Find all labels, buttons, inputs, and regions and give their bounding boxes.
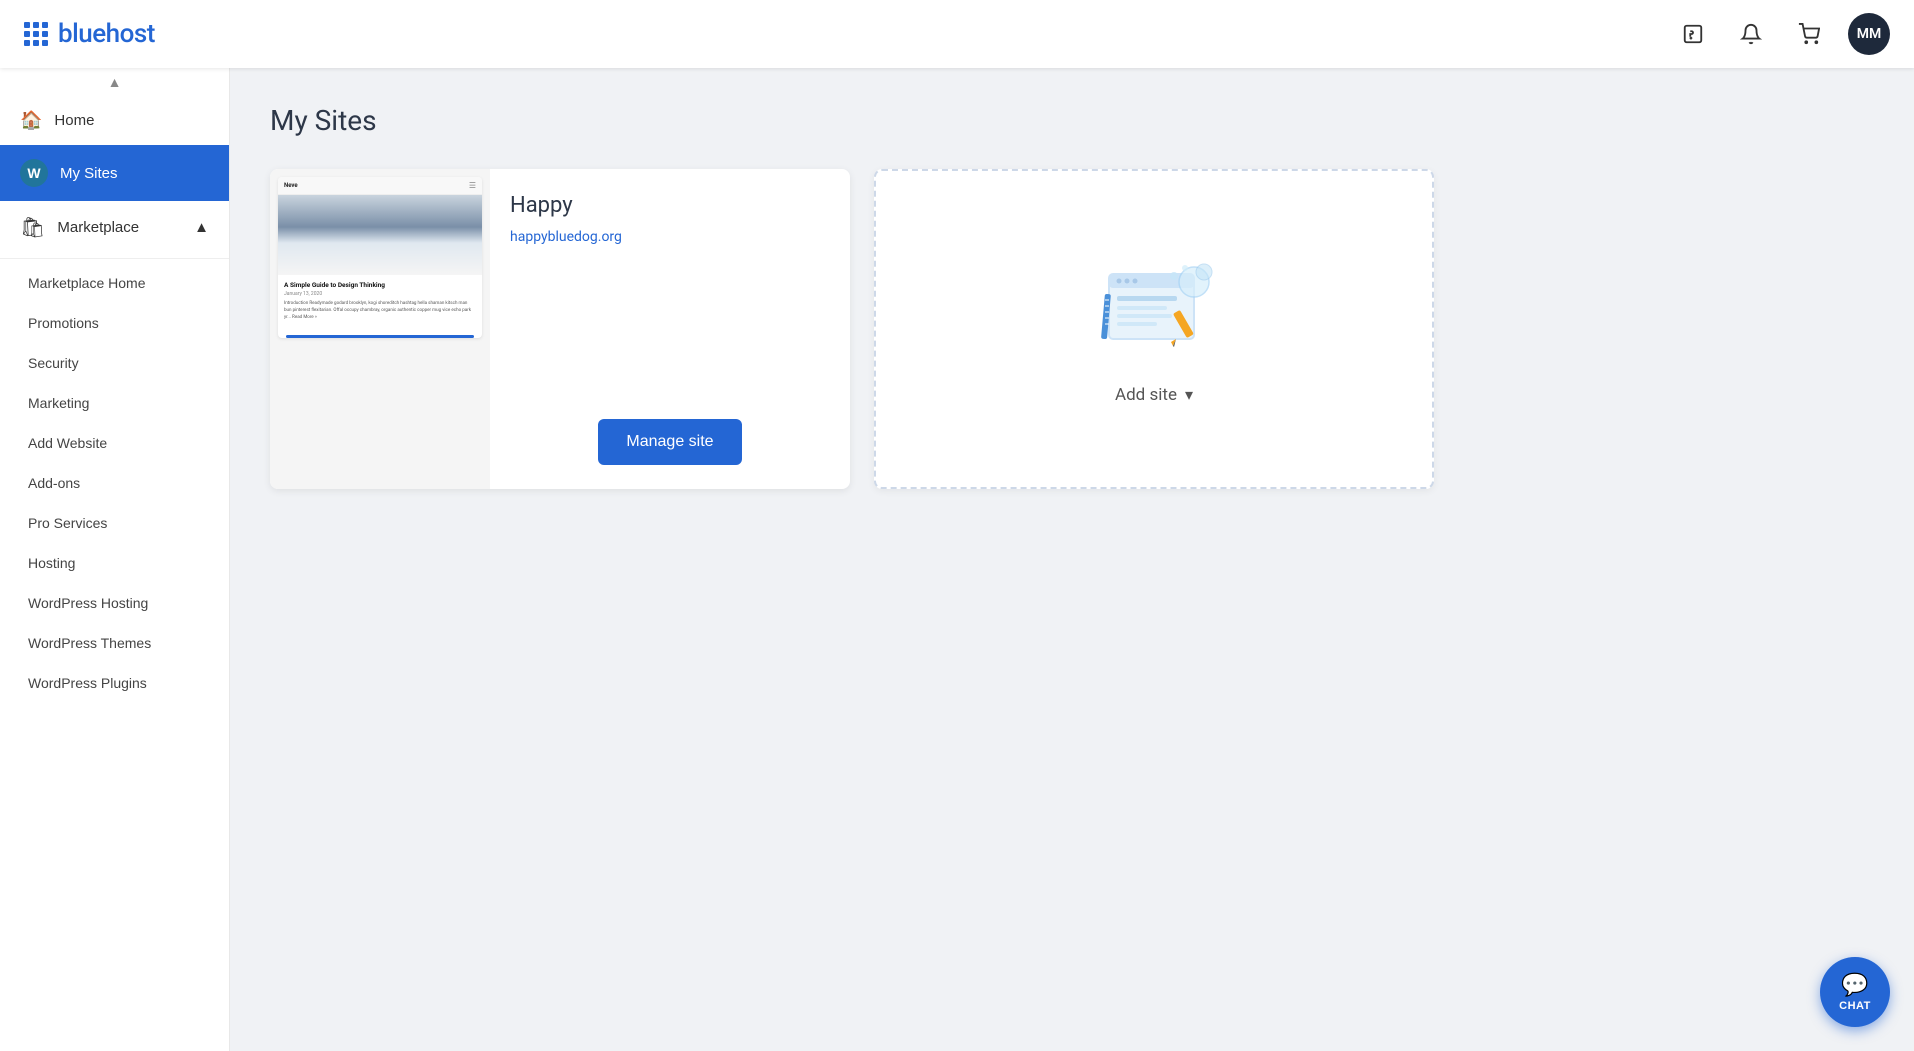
logo-text: bluehost [58, 19, 155, 49]
site-card: Neve ☰ A Simple Guide to Design Thinking… [270, 169, 850, 489]
help-button[interactable] [1674, 15, 1712, 53]
wordpress-icon: W [20, 159, 48, 187]
home-icon: 🏠 [20, 110, 42, 131]
add-site-label: Add site ▾ [1115, 385, 1193, 405]
sidebar-item-my-sites[interactable]: W My Sites [0, 145, 229, 201]
sidebar: ▲ 🏠 Home W My Sites 🛍 Marketplace ▲ Mark… [0, 68, 230, 1051]
bag-icon: 🛍 [20, 215, 45, 240]
add-site-illustration [1089, 254, 1219, 369]
sidebar-marketplace-label: Marketplace [57, 219, 139, 236]
sidebar-item-wordpress-plugins[interactable]: WordPress Plugins [0, 663, 229, 703]
cart-button[interactable] [1790, 15, 1828, 53]
chat-label: CHAT [1839, 1000, 1871, 1012]
add-site-card[interactable]: Add site ▾ [874, 169, 1434, 489]
site-preview-date: January 13, 2020 [284, 291, 476, 297]
avatar[interactable]: MM [1848, 13, 1890, 55]
site-preview-heading: A Simple Guide to Design Thinking [284, 281, 476, 289]
sidebar-item-add-ons[interactable]: Add-ons [0, 463, 229, 503]
cart-icon [1798, 23, 1820, 45]
page-title: My Sites [270, 104, 1874, 137]
site-preview-body: Introduction Readymade godard brooklyn, … [284, 301, 476, 321]
sidebar-home-label: Home [54, 112, 94, 129]
sites-grid: Neve ☰ A Simple Guide to Design Thinking… [270, 169, 1874, 489]
chat-icon: 💬 [1841, 972, 1868, 998]
sidebar-my-sites-label: My Sites [60, 165, 118, 182]
chat-button[interactable]: 💬 CHAT [1820, 957, 1890, 1027]
site-preview-theme: Neve [284, 182, 298, 189]
site-info: Happy happybluedog.org Manage site [490, 169, 850, 489]
sidebar-item-wordpress-hosting[interactable]: WordPress Hosting [0, 583, 229, 623]
sidebar-item-hosting[interactable]: Hosting [0, 543, 229, 583]
sidebar-item-marketplace[interactable]: 🛍 Marketplace ▲ [0, 201, 229, 254]
help-icon [1682, 23, 1704, 45]
site-preview-content: A Simple Guide to Design Thinking Januar… [278, 275, 482, 327]
sidebar-item-pro-services[interactable]: Pro Services [0, 503, 229, 543]
site-preview: Neve ☰ A Simple Guide to Design Thinking… [278, 177, 482, 338]
preview-menu-icon: ☰ [469, 181, 476, 190]
site-preview-image [278, 195, 482, 275]
sidebar-item-marketplace-home[interactable]: Marketplace Home [0, 263, 229, 303]
chevron-down-icon: ▾ [1185, 385, 1193, 404]
sidebar-item-marketing[interactable]: Marketing [0, 383, 229, 423]
header-actions: MM [1674, 13, 1890, 55]
sidebar-item-security[interactable]: Security [0, 343, 229, 383]
sidebar-divider [0, 258, 229, 259]
sidebar-item-add-website[interactable]: Add Website [0, 423, 229, 463]
marketplace-chevron: ▲ [194, 219, 209, 236]
sidebar-item-wordpress-themes[interactable]: WordPress Themes [0, 623, 229, 663]
notifications-button[interactable] [1732, 15, 1770, 53]
manage-site-button[interactable]: Manage site [598, 419, 741, 465]
site-thumbnail: Neve ☰ A Simple Guide to Design Thinking… [270, 169, 490, 489]
main-content: My Sites Neve ☰ A Simple Guide to Design… [230, 68, 1914, 1051]
sidebar-scroll-up[interactable]: ▲ [0, 68, 229, 96]
site-name: Happy [510, 193, 830, 218]
bell-icon [1740, 23, 1762, 45]
logo[interactable]: bluehost [24, 19, 155, 49]
sidebar-item-promotions[interactable]: Promotions [0, 303, 229, 343]
sidebar-item-home[interactable]: 🏠 Home [0, 96, 229, 145]
site-url[interactable]: happybluedog.org [510, 229, 622, 245]
logo-grid-icon [24, 22, 48, 46]
header: bluehost MM [0, 0, 1914, 68]
site-preview-bar [286, 335, 474, 338]
add-site-text: Add site [1115, 385, 1177, 405]
